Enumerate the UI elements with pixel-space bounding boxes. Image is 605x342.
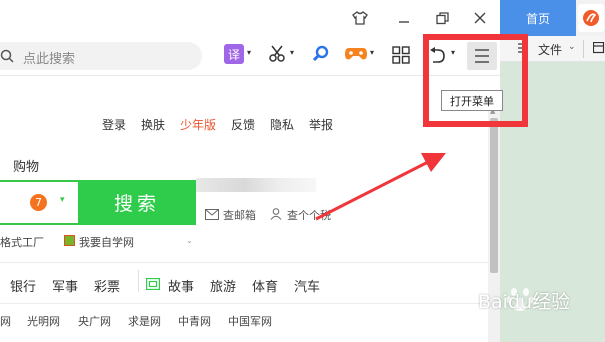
browser-window: 点此搜索 译 ▾ ▾ ▾ ▾ 登录 换肤 少年版 反馈 隐私 举报 购物 7 ▾…: [0, 0, 605, 342]
watermark: Baidu经验: [478, 283, 603, 317]
watermark-text: Baidu经验: [478, 291, 571, 313]
